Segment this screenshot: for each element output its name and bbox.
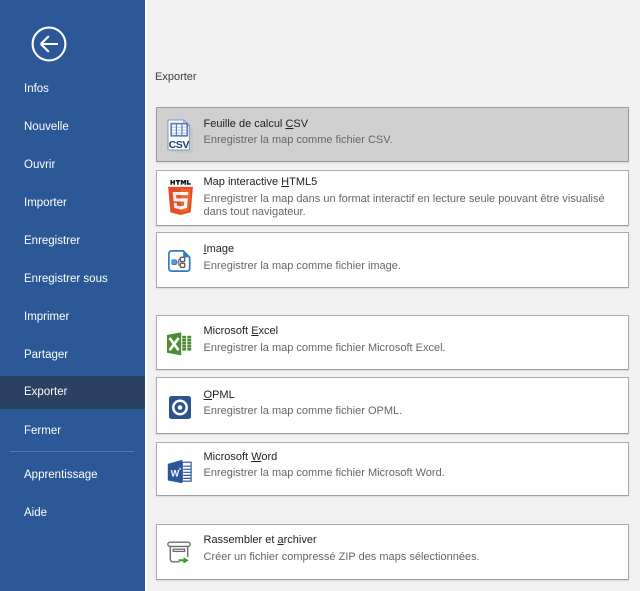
svg-text:CSV: CSV (169, 139, 190, 151)
svg-text:W: W (171, 469, 180, 479)
